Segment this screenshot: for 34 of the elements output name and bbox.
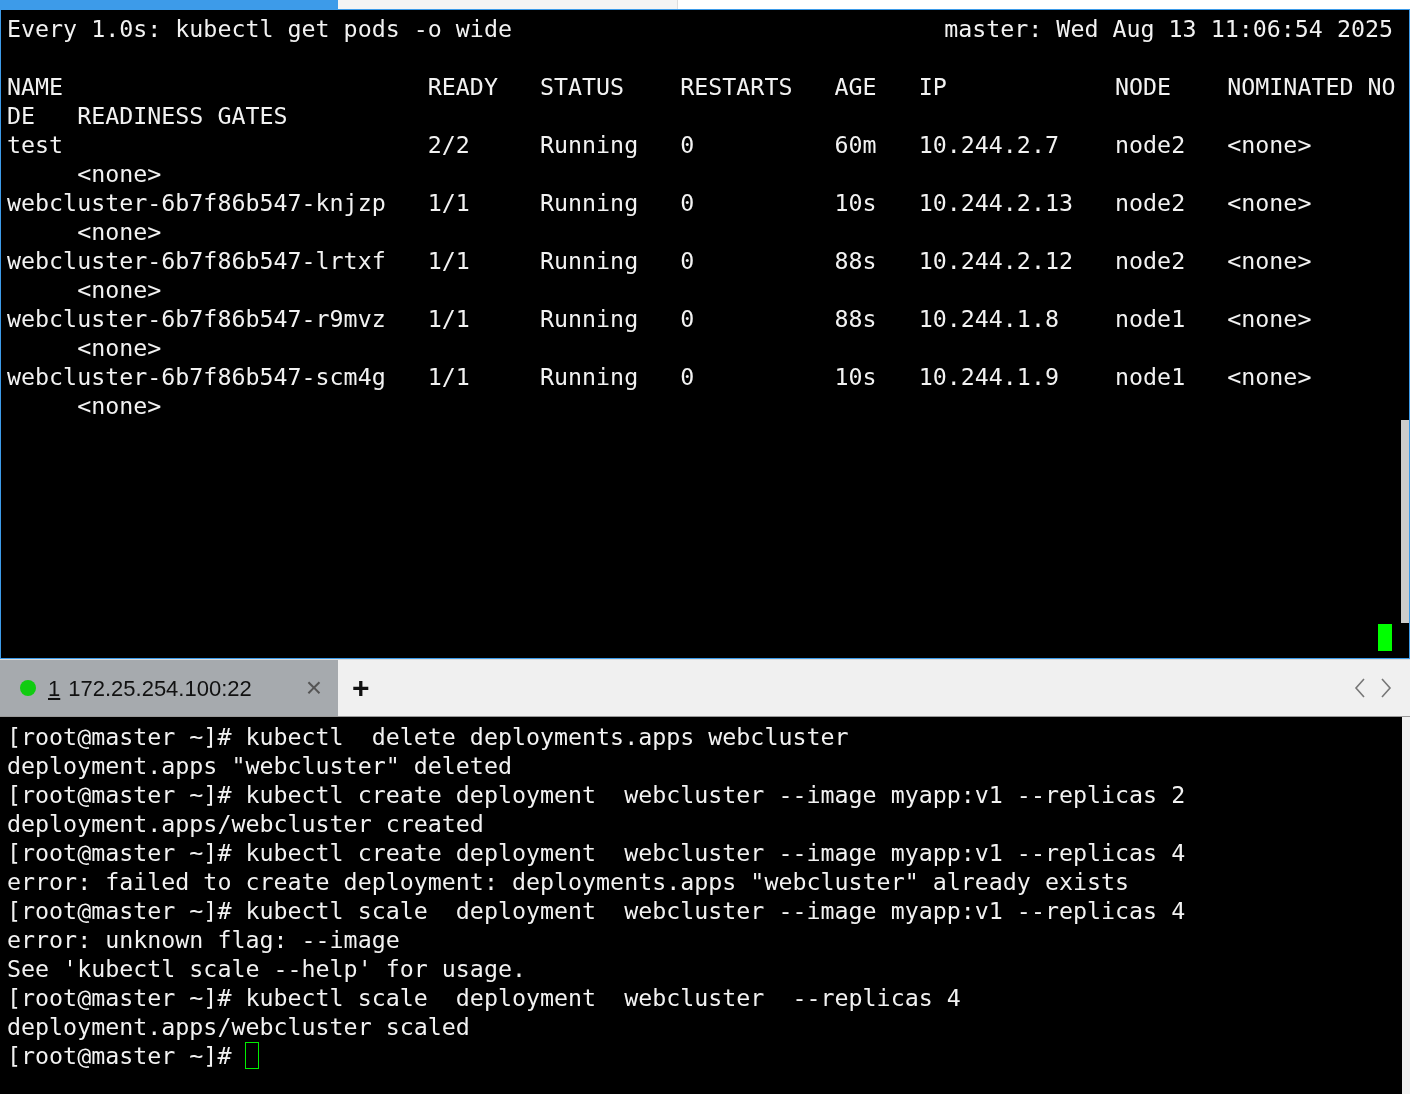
terminal-line: [root@master ~]# kubectl create deployment webcluster --image myapp:v1 --replicas 2 (7, 781, 1186, 808)
scroll-left-icon[interactable] (1354, 678, 1366, 698)
terminal-line: test 2/2 Running 0 60m 10.244.2.7 node2 <none> (7, 131, 1312, 158)
terminal-line: deployment.apps/webcluster scaled (7, 1013, 470, 1040)
shell-prompt: [root@master ~]# (7, 1041, 233, 1070)
terminal-line: [root@master ~]# kubectl create deployment webcluster --image myapp:v1 --replicas 4 (7, 839, 1186, 866)
terminal-cursor (245, 1042, 260, 1069)
terminal-line: webcluster-6b7f86b547-lrtxf 1/1 Running 0 88s 10.244.2.12 node2 <none> (7, 247, 1312, 274)
terminal-line: See 'kubectl scale --help' for usage. (7, 955, 526, 982)
new-tab-button[interactable]: + (352, 673, 370, 703)
terminal-line: webcluster-6b7f86b547-r9mvz 1/1 Running 0 88s 10.244.1.8 node1 <none> (7, 305, 1312, 332)
terminal-line: error: failed to create deployment: deployments.apps "webcluster" already exists (7, 868, 1130, 895)
terminal-line: <none> (76, 334, 162, 361)
terminal-line: DE READINESS GATES (7, 102, 288, 129)
terminal-line: <none> (76, 276, 162, 303)
terminal-line: webcluster-6b7f86b547-scm4g 1/1 Running 0 10s 10.244.1.9 node1 <none> (7, 363, 1312, 390)
terminal-line: webcluster-6b7f86b547-knjzp 1/1 Running 0 10s 10.244.2.13 node2 <none> (7, 189, 1312, 216)
host-time: master: Wed Aug 13 11:06:54 2025 (944, 14, 1393, 43)
terminal-line: [root@master ~]# kubectl scale deployment webcluster --replicas 4 (7, 984, 961, 1011)
terminal-line: deployment.apps/webcluster created (7, 810, 484, 837)
terminal-line: [root@master ~]# kubectl scale deployment webcluster --image myapp:v1 --replicas 4 (7, 897, 1186, 924)
terminal-line: error: unknown flag: --image (7, 926, 400, 953)
tab-label: 172.25.254.100:22 (68, 674, 252, 703)
terminal-line: [root@master ~]# kubectl delete deployments.apps webcluster (7, 723, 849, 750)
terminal-cursor (1378, 624, 1392, 651)
terminal-line: <none> (76, 392, 162, 419)
session-tab[interactable]: 1 172.25.254.100:22 × (0, 660, 338, 716)
terminal-line: NAME READY STATUS RESTARTS AGE IP NODE NOMINATED NO (7, 73, 1396, 100)
terminal-line: <none> (76, 218, 162, 245)
terminal-line: deployment.apps "webcluster" deleted (7, 752, 512, 779)
watch-command: Every 1.0s: kubectl get pods -o wide (7, 14, 512, 43)
tab-number: 1 (48, 674, 61, 703)
scroll-right-icon[interactable] (1380, 678, 1392, 698)
terminal-line: <none> (76, 160, 162, 187)
